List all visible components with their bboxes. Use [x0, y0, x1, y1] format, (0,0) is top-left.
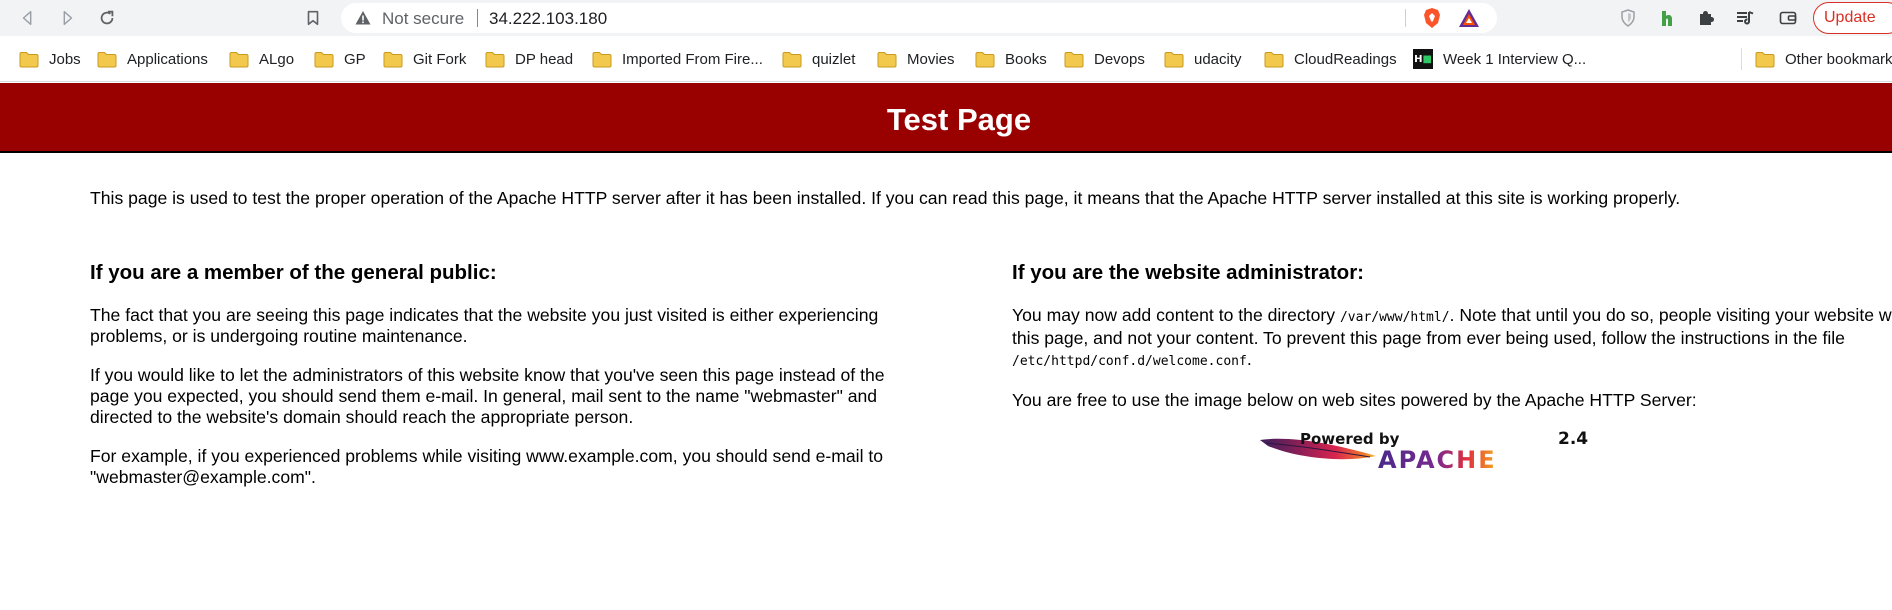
- honey-extension-button[interactable]: [1656, 7, 1678, 29]
- bookmark-label: Git Fork: [413, 50, 467, 68]
- folder-icon: [314, 51, 334, 67]
- folder-icon: [877, 51, 897, 67]
- url-text[interactable]: 34.222.103.180: [489, 9, 607, 29]
- omnibox-divider: [1405, 9, 1406, 27]
- bookmarks-bar: Jobs Applications ALgo GP Git Fork DP he…: [0, 36, 1892, 82]
- security-label[interactable]: Not secure: [382, 9, 464, 29]
- brave-shields-icon[interactable]: [1421, 7, 1443, 29]
- bookmark-folder-algo[interactable]: ALgo: [229, 47, 294, 71]
- folder-icon: [97, 51, 117, 67]
- folder-icon: [975, 51, 995, 67]
- bookmark-label: Week 1 Interview Q...: [1443, 50, 1587, 68]
- forward-arrow-icon: [63, 10, 73, 26]
- admin-paragraph-1: You may now add content to the directory…: [1012, 305, 1892, 372]
- bookmark-folder-gp[interactable]: GP: [314, 47, 366, 71]
- bookmark-folder-movies[interactable]: Movies: [877, 47, 955, 71]
- public-section: If you are a member of the general publi…: [90, 261, 920, 506]
- update-button[interactable]: Update ⋮: [1813, 2, 1892, 34]
- admin-text-c: .: [1246, 349, 1252, 369]
- folder-icon: [592, 51, 612, 67]
- bookmark-folder-quizlet[interactable]: quizlet: [782, 47, 855, 71]
- shield-icon: [1621, 9, 1635, 27]
- wallet-button[interactable]: [1777, 7, 1799, 29]
- bookmark-folder-jobs[interactable]: Jobs: [19, 47, 81, 71]
- bookmark-folder-dp-head[interactable]: DP head: [485, 47, 573, 71]
- bookmark-folder-cloudreadings[interactable]: CloudReadings: [1264, 47, 1397, 71]
- forward-button[interactable]: [53, 4, 81, 32]
- bookmark-label: DP head: [515, 50, 574, 68]
- bookmark-folder-udacity[interactable]: udacity: [1164, 47, 1242, 71]
- bookmark-label: ALgo: [259, 50, 295, 68]
- folder-icon: [1264, 51, 1284, 67]
- bookmarks-divider: [1741, 48, 1742, 70]
- bookmark-label: udacity: [1194, 50, 1242, 68]
- media-control-button[interactable]: [1734, 7, 1756, 29]
- address-separator: [477, 9, 478, 27]
- config-file-path: /etc/httpd/conf.d/welcome.conf: [1012, 354, 1247, 369]
- extensions-button[interactable]: [1695, 7, 1717, 29]
- folder-icon: [1064, 51, 1084, 67]
- public-paragraph-3: For example, if you experienced problems…: [90, 446, 884, 487]
- admin-paragraph-2: You are free to use the image below on w…: [1012, 390, 1697, 410]
- bookmark-label: quizlet: [812, 50, 856, 68]
- browser-toolbar: Not secure 34.222.103.180 Update ⋮: [0, 0, 1892, 36]
- address-bar[interactable]: Not secure 34.222.103.180: [341, 3, 1497, 33]
- bookmark-week1-interview[interactable]: H ■ Week 1 Interview Q...: [1413, 47, 1586, 71]
- back-button[interactable]: [14, 4, 42, 32]
- wallet-icon: [1779, 11, 1797, 25]
- apache-powered-by-logo: Powered by APACHE 2.4: [1260, 429, 1588, 472]
- bookmark-folder-imported-from-firefox[interactable]: Imported From Fire...: [592, 47, 763, 71]
- warning-icon[interactable]: [355, 10, 371, 26]
- update-label: Update: [1824, 9, 1876, 26]
- logo-apache: APACHE: [1378, 446, 1497, 472]
- folder-icon: [383, 51, 403, 67]
- bookmark-label: Movies: [907, 50, 955, 68]
- hackerrank-icon: H ■: [1413, 49, 1433, 69]
- shield-extension-button[interactable]: [1617, 7, 1639, 29]
- folder-icon: [485, 51, 505, 67]
- folder-icon: [19, 51, 39, 67]
- page-header: Test Page: [0, 83, 1892, 153]
- bookmark-folder-applications[interactable]: Applications: [97, 47, 208, 71]
- playlist-icon: [1737, 11, 1754, 25]
- reload-button[interactable]: [93, 4, 121, 32]
- puzzle-icon: [1700, 11, 1714, 25]
- logo-version: 2.4: [1558, 429, 1588, 449]
- folder-icon: [782, 51, 802, 67]
- admin-heading: If you are the website administrator:: [1012, 261, 1364, 284]
- public-paragraph-1: The fact that you are seeing this page i…: [90, 305, 879, 346]
- bookmark-label: Devops: [1094, 50, 1145, 68]
- bookmark-label: CloudReadings: [1294, 50, 1397, 68]
- intro-text: This page is used to test the proper ope…: [90, 188, 1681, 208]
- bookmark-label: Other bookmarks: [1785, 50, 1892, 68]
- public-paragraph-2: If you would like to let the administrat…: [90, 365, 885, 427]
- page-title: Test Page: [886, 102, 1032, 137]
- brave-rewards-icon[interactable]: [1458, 8, 1480, 28]
- bookmark-label: Applications: [127, 50, 208, 68]
- reload-icon: [100, 10, 114, 25]
- folder-icon: [1164, 51, 1184, 67]
- directory-path: /var/www/html/: [1339, 310, 1450, 325]
- bookmark-label: GP: [344, 50, 366, 68]
- admin-section: If you are the website administrator: Yo…: [1012, 261, 1892, 429]
- honey-icon: [1662, 11, 1672, 26]
- admin-text-a: You may now add content to the directory: [1012, 305, 1340, 325]
- folder-icon: [1755, 51, 1775, 67]
- menu-dots-icon: ⋮: [1886, 8, 1892, 28]
- public-heading: If you are a member of the general publi…: [90, 261, 497, 284]
- bookmark-label: Books: [1005, 50, 1047, 68]
- bookmark-label: Jobs: [49, 50, 81, 68]
- bookmark-icon: [307, 10, 319, 26]
- back-arrow-icon: [22, 10, 32, 26]
- bookmark-folder-git-fork[interactable]: Git Fork: [383, 47, 466, 71]
- bookmark-page-button[interactable]: [299, 4, 327, 32]
- bookmark-label: Imported From Fire...: [622, 50, 763, 68]
- bookmark-folder-devops[interactable]: Devops: [1064, 47, 1145, 71]
- bookmark-folder-other[interactable]: Other bookmarks: [1755, 47, 1892, 71]
- folder-icon: [229, 51, 249, 67]
- bookmark-folder-books[interactable]: Books: [975, 47, 1047, 71]
